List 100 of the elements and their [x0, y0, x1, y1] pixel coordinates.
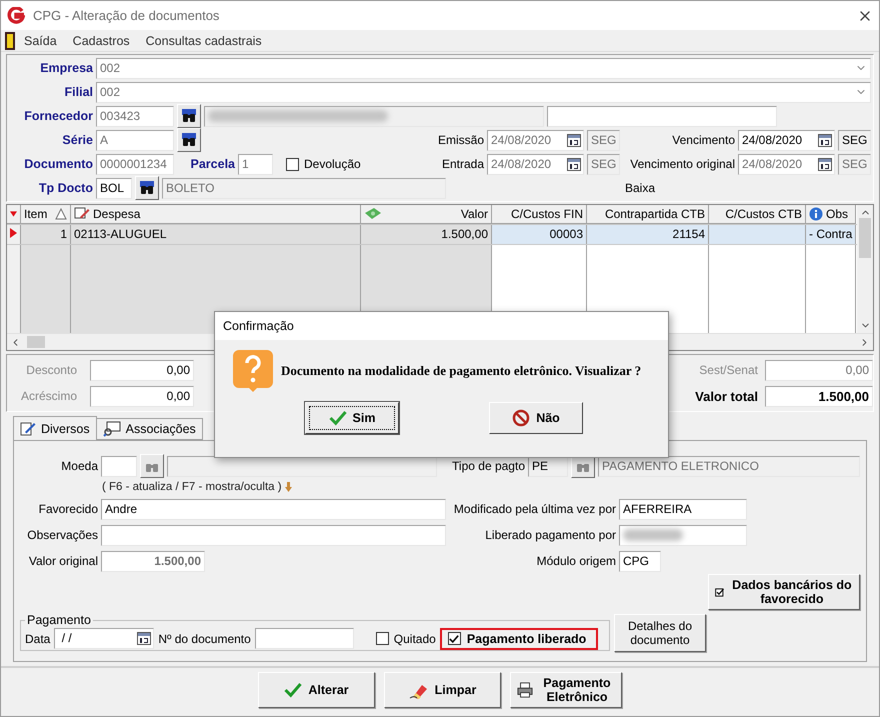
checkbox[interactable]	[376, 632, 389, 645]
field-label: Data	[25, 632, 50, 646]
amount-field[interactable]: 0,00	[90, 360, 194, 380]
caret-icon[interactable]	[10, 211, 17, 217]
app-logo-icon	[7, 6, 25, 24]
table-cell: 00003	[492, 225, 587, 244]
column-header[interactable]: Valor	[460, 207, 488, 221]
table-cell: 1	[21, 225, 71, 244]
binoculars-icon	[181, 108, 197, 124]
field-label: Favorecido	[38, 502, 98, 516]
input-field[interactable]: Andre	[101, 498, 446, 520]
check-icon	[284, 681, 302, 699]
weekday-field: SEG	[838, 154, 871, 174]
window-title: CPG - Alteração de documentos	[33, 8, 220, 23]
table-cell: 21154	[587, 225, 709, 244]
checkbox[interactable]	[448, 632, 461, 645]
binoculars-icon	[181, 132, 197, 148]
table-cell: - Contra	[806, 225, 856, 244]
input-field[interactable]: AFERREIRA	[619, 498, 747, 520]
current-row-icon	[10, 228, 17, 238]
column-header[interactable]: Despesa	[93, 207, 140, 221]
amount-field[interactable]: 0,00	[90, 386, 194, 406]
weekday-field: SEG	[587, 154, 620, 174]
input-field[interactable]	[619, 524, 747, 546]
document-details-button[interactable]: Detalhes do documento	[614, 614, 706, 652]
input-field[interactable]: 1.500,00	[101, 550, 205, 572]
input-field[interactable]	[101, 456, 137, 476]
calendar-icon[interactable]	[136, 632, 151, 645]
tab[interactable]: Diversos	[13, 416, 97, 440]
field-label: Entrada	[440, 157, 484, 171]
action-button[interactable]: Limpar	[384, 672, 501, 708]
field-label: Sest/Senat	[698, 363, 758, 377]
dialog-title: Confirmação	[215, 312, 668, 340]
field-label: Fornecedor	[23, 109, 93, 123]
check-icon	[449, 634, 460, 644]
input-field[interactable]	[254, 628, 354, 649]
door-icon[interactable]	[5, 32, 15, 50]
calendar-icon[interactable]	[818, 134, 832, 146]
input-field[interactable]	[101, 524, 446, 546]
prohibited-icon	[512, 409, 530, 427]
redacted-value	[623, 528, 683, 540]
checkbox[interactable]	[286, 158, 299, 170]
menu-item[interactable]: Saída	[17, 34, 64, 48]
scroll-thumb[interactable]	[859, 218, 871, 258]
input-field[interactable]	[547, 106, 777, 126]
field-label: Acréscimo	[20, 389, 77, 403]
dialog-message: Documento na modalidade de pagamento eletrônico. Visualizar ?	[281, 363, 642, 379]
amount-field[interactable]: 0,00	[765, 360, 873, 380]
vertical-scrollbar[interactable]	[857, 205, 873, 333]
lookup-button[interactable]	[177, 128, 201, 152]
action-button[interactable]: Alterar	[258, 672, 375, 708]
binoculars-icon	[139, 180, 155, 196]
bank-details-button[interactable]: Dados bancários do favorecido	[708, 574, 860, 610]
edit-icon	[74, 207, 90, 221]
table-cell: 1.500,00	[361, 225, 492, 244]
amount-field: 1.500,00	[765, 386, 873, 406]
section-label: Baixa	[625, 181, 656, 195]
field-label: Parcela	[190, 157, 235, 171]
description-field: PAGAMENTO ELETRONICO	[598, 456, 860, 476]
checkbox-label: Quitado	[394, 632, 436, 646]
field-label: Observações	[26, 528, 98, 542]
sort-icon[interactable]	[55, 208, 67, 220]
lookup-button[interactable]	[177, 104, 201, 128]
field-label: Moeda	[60, 459, 98, 473]
dialog-button[interactable]: Não	[489, 402, 583, 434]
weekday-field: SEG	[587, 130, 620, 150]
field-label: Série	[61, 133, 93, 147]
date-field[interactable]: 24/08/2020	[738, 130, 835, 150]
field-label: Modificado pela última vez por	[452, 502, 616, 516]
money-icon	[364, 207, 382, 221]
field-label: Tipo de pagto	[451, 459, 525, 473]
input-field[interactable]: BOL	[96, 178, 132, 198]
scroll-thumb[interactable]	[27, 336, 45, 348]
input-field[interactable]: CPG	[619, 550, 661, 572]
field-label: Filial	[64, 85, 93, 99]
weekday-field: SEG	[838, 130, 871, 150]
dialog-button[interactable]: Sim	[305, 402, 399, 434]
field-label: Emissão	[436, 133, 484, 147]
field-label: Vencimento original	[629, 157, 735, 171]
field-label: Valor total	[694, 388, 758, 404]
field-label: Nº do documento	[158, 632, 251, 646]
lookup-button[interactable]	[135, 176, 159, 200]
group-title: Pagamento	[26, 613, 92, 627]
monitor-search-icon	[102, 421, 121, 437]
check-icon	[328, 409, 347, 427]
field-label: Desconto	[25, 363, 77, 377]
field-label: Valor original	[28, 554, 98, 568]
field-label: Tp Docto	[38, 181, 93, 195]
tab[interactable]: Associações	[96, 418, 203, 440]
question-icon	[233, 350, 273, 392]
field-label: Documento	[23, 157, 93, 171]
hint-text: ( F6 - atualiza / F7 - mostra/oculta )	[102, 481, 282, 493]
printer-icon	[517, 681, 533, 699]
description-field: BOLETO	[162, 178, 446, 198]
menu-item[interactable]: Cadastros	[66, 34, 137, 48]
edit-icon	[20, 421, 36, 436]
menu-item[interactable]: Consultas cadastrais	[138, 34, 269, 48]
action-button[interactable]: Pagamento Eletrônico	[510, 672, 622, 708]
date-field[interactable]: / /	[54, 628, 154, 649]
field-label: Vencimento	[671, 133, 735, 147]
